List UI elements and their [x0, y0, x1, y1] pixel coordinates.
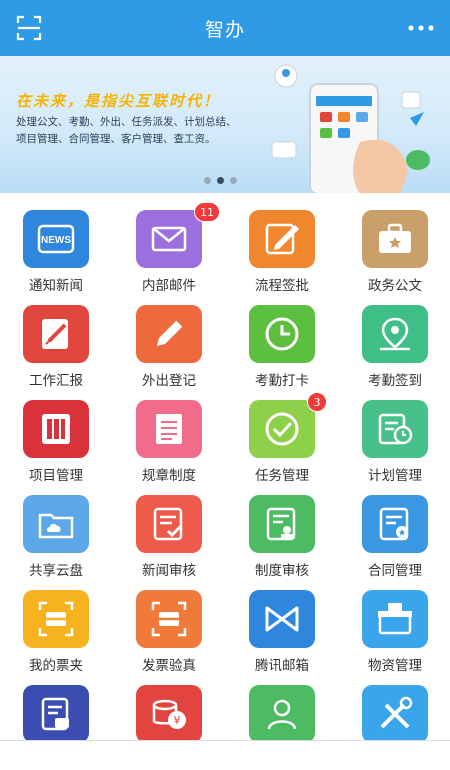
app-tile-coins[interactable]: ¥: [113, 675, 225, 770]
app-tile-briefcase[interactable]: 政务公文: [339, 200, 450, 295]
briefcase-icon: [362, 210, 428, 268]
app-tile-supplies-box[interactable]: 物资管理: [339, 580, 450, 675]
app-tile-pencil[interactable]: 外出登记: [113, 295, 225, 390]
app-label: 腾讯邮箱: [255, 658, 309, 674]
banner-description-line-2: 项目管理、合同管理、客户管理、查工资。: [16, 133, 216, 145]
app-tile-cloud-folder[interactable]: 共享云盘: [0, 485, 112, 580]
app-tile-invoice-doc[interactable]: [0, 675, 112, 770]
banner-description-line-1: 处理公文、考勤、外出、任务派发、计划总结、: [16, 116, 237, 128]
app-tile-check-circle[interactable]: 任务管理 3: [226, 390, 338, 485]
app-label: 流程签批: [255, 278, 309, 294]
edit-sign-icon: [249, 210, 315, 268]
unread-badge: 11: [194, 202, 220, 222]
app-tile-tools[interactable]: [339, 675, 450, 770]
invoice-scan-icon: [136, 590, 202, 648]
app-tile-plan-calendar[interactable]: 计划管理: [339, 390, 450, 485]
app-label: 制度审核: [255, 563, 309, 579]
banner-pagination: [204, 177, 237, 184]
app-label: 项目管理: [29, 468, 83, 484]
bottom-tab-bar: [0, 740, 450, 750]
app-tile-contacts[interactable]: [226, 675, 338, 770]
svg-text:NEWS: NEWS: [41, 235, 71, 246]
app-label: 工作汇报: [29, 373, 83, 389]
app-label: 我的票夹: [29, 658, 83, 674]
pagination-dot[interactable]: [230, 177, 237, 184]
report-icon: [23, 305, 89, 363]
pagination-dot-active[interactable]: [217, 177, 224, 184]
app-tile-clock[interactable]: 考勤打卡: [226, 295, 338, 390]
contract-icon: [362, 495, 428, 553]
unread-badge: 3: [307, 392, 327, 412]
app-label: 物资管理: [368, 658, 422, 674]
supplies-box-icon: [362, 590, 428, 648]
app-label: 考勤签到: [368, 373, 422, 389]
app-tile-project[interactable]: 项目管理: [0, 390, 112, 485]
plan-calendar-icon: [362, 400, 428, 458]
app-label: 新闻审核: [142, 563, 196, 579]
app-header: 智办: [0, 0, 450, 56]
app-label: 外出登记: [142, 373, 196, 389]
page-title: 智办: [204, 18, 245, 41]
more-icon[interactable]: [406, 18, 436, 38]
app-tile-tencent-mail[interactable]: 腾讯邮箱: [226, 580, 338, 675]
project-icon: [23, 400, 89, 458]
app-tile-ticket-scan[interactable]: 我的票夹: [0, 580, 112, 675]
app-label: 通知新闻: [29, 278, 83, 294]
app-label: 规章制度: [142, 468, 196, 484]
pagination-dot[interactable]: [204, 177, 211, 184]
app-label: 计划管理: [368, 468, 422, 484]
app-label: 发票验真: [142, 658, 196, 674]
doc-stamp-icon: [249, 495, 315, 553]
scan-icon[interactable]: [16, 15, 42, 41]
app-tile-report[interactable]: 工作汇报: [0, 295, 112, 390]
app-label: 政务公文: [368, 278, 422, 294]
app-tile-contract[interactable]: 合同管理: [339, 485, 450, 580]
app-tile-mail[interactable]: 内部邮件 11: [113, 200, 225, 295]
app-tile-invoice-scan[interactable]: 发票验真: [113, 580, 225, 675]
pencil-icon: [136, 305, 202, 363]
location-icon: [362, 305, 428, 363]
app-tile-doc-check[interactable]: 新闻审核: [113, 485, 225, 580]
app-tile-location[interactable]: 考勤签到: [339, 295, 450, 390]
banner-description: 处理公文、考勤、外出、任务派发、计划总结、 项目管理、合同管理、客户管理、查工资…: [16, 114, 266, 148]
cloud-folder-icon: [23, 495, 89, 553]
tencent-mail-icon: [249, 590, 315, 648]
app-tile-news[interactable]: NEWS 通知新闻: [0, 200, 112, 295]
app-tile-doc-stamp[interactable]: 制度审核: [226, 485, 338, 580]
invoice-doc-icon: [23, 685, 89, 743]
news-icon: NEWS: [23, 210, 89, 268]
phone-hand-illustration: [271, 64, 430, 193]
coins-icon: ¥: [136, 685, 202, 743]
app-label: 合同管理: [368, 563, 422, 579]
clock-icon: [249, 305, 315, 363]
tools-icon: [362, 685, 428, 743]
app-label: 内部邮件: [142, 278, 196, 294]
app-label: 共享云盘: [29, 563, 83, 579]
app-tile-edit-sign[interactable]: 流程签批: [226, 200, 338, 295]
app-tile-rules-doc[interactable]: 规章制度: [113, 390, 225, 485]
rules-doc-icon: [136, 400, 202, 458]
promo-banner[interactable]: 在未来，是指尖互联时代！ 处理公文、考勤、外出、任务派发、计划总结、 项目管理、…: [0, 56, 450, 193]
mail-icon: [136, 210, 202, 268]
app-label: 考勤打卡: [255, 373, 309, 389]
contacts-icon: [249, 685, 315, 743]
check-circle-icon: [249, 400, 315, 458]
ticket-scan-icon: [23, 590, 89, 648]
doc-check-icon: [136, 495, 202, 553]
banner-slogan: 在未来，是指尖互联时代！: [16, 92, 221, 110]
app-label: 任务管理: [255, 468, 309, 484]
svg-text:¥: ¥: [174, 714, 181, 727]
